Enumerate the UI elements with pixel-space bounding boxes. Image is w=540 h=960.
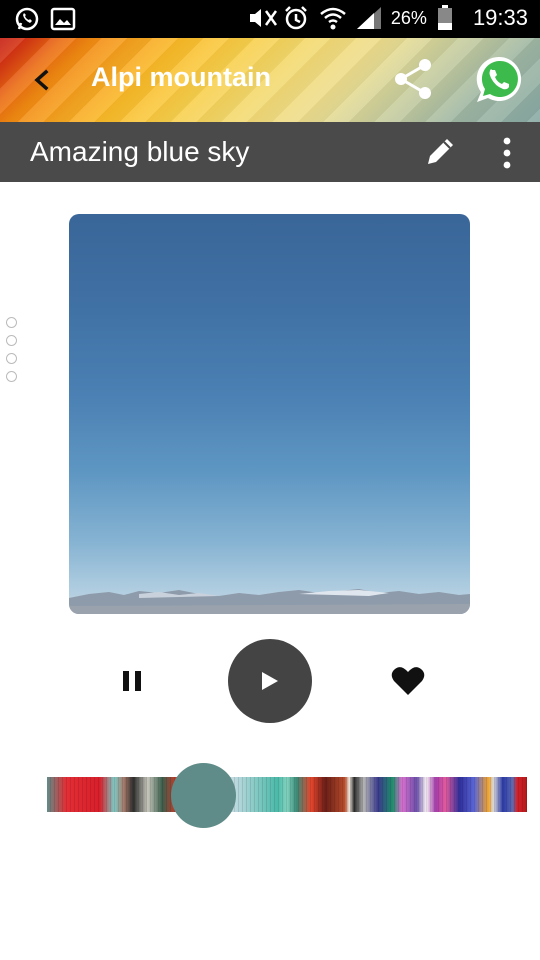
- more-vertical-icon[interactable]: [494, 136, 520, 170]
- back-arrow-icon[interactable]: [22, 60, 62, 100]
- signal-icon: [355, 5, 381, 31]
- whatsapp-icon[interactable]: [474, 54, 524, 104]
- battery-percent: 26%: [390, 7, 427, 28]
- heart-icon[interactable]: [390, 664, 426, 698]
- page-title: Alpi mountain: [91, 62, 271, 92]
- item-title: Amazing blue sky: [30, 136, 250, 167]
- color-seek-bar[interactable]: [47, 777, 527, 812]
- vibrate-mute-icon: [247, 5, 277, 31]
- page-dot[interactable]: [6, 371, 17, 382]
- pencil-icon[interactable]: [424, 134, 458, 168]
- status-bar: 26% 19:33: [0, 0, 540, 38]
- app-bar: Alpi mountain: [0, 38, 540, 122]
- play-button[interactable]: [228, 639, 312, 723]
- gallery-notification-icon: [50, 6, 76, 32]
- main-photo: [69, 214, 470, 614]
- clock: 19:33: [472, 5, 528, 30]
- page-dot[interactable]: [6, 335, 17, 346]
- page-dot[interactable]: [6, 353, 17, 364]
- pause-icon[interactable]: [118, 667, 146, 695]
- page-dot[interactable]: [6, 317, 17, 328]
- share-icon[interactable]: [390, 56, 436, 102]
- seek-thumb[interactable]: [171, 763, 236, 828]
- sub-header: Amazing blue sky: [0, 122, 540, 182]
- whatsapp-notification-icon: [14, 6, 40, 32]
- alarm-icon: [283, 5, 309, 31]
- play-icon: [262, 672, 278, 690]
- battery-icon: [437, 5, 463, 31]
- wifi-icon: [319, 5, 346, 31]
- page-indicator: [6, 317, 17, 382]
